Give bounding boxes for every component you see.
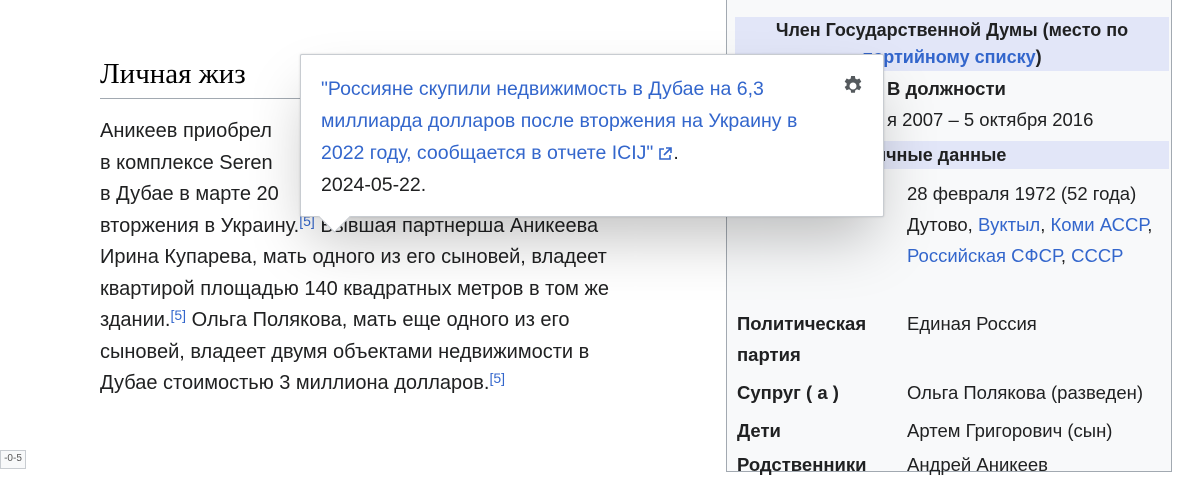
reference-link[interactable]: [5] xyxy=(489,370,505,386)
party-link[interactable]: Единая Россия xyxy=(907,308,1177,339)
birthplace-value: Дутово, Вуктыл, Коми АССР, Российская СФ… xyxy=(907,214,1153,266)
para-line: сыновей, владеет двумя объектами недвижи… xyxy=(100,340,590,363)
born-value: 28 февраля 1972 (52 года) xyxy=(907,183,1137,204)
gear-icon[interactable] xyxy=(841,73,865,97)
children-value: Артем Григорович (сын) xyxy=(907,420,1113,441)
reference-date: 2024-05-22. xyxy=(321,174,427,196)
children-label: Дети xyxy=(737,420,781,441)
birthplace-link[interactable]: Вуктыл xyxy=(978,214,1040,235)
relatives-label: Родственники xyxy=(737,454,867,475)
party-label: Политическая партия xyxy=(737,313,867,365)
para-line: здании.[5] Ольга Полякова, мать еще одно… xyxy=(100,305,710,337)
para-line: Ирина Купарева, мать одного из его сынов… xyxy=(100,246,607,268)
party-list-link[interactable]: партийному списку xyxy=(862,47,1035,67)
birthplace-link[interactable]: СССР xyxy=(1071,245,1123,266)
in-office-value: я 2007 – 5 октября 2016 xyxy=(887,109,1094,130)
para-line: квартирой площадью 140 квадратных метров… xyxy=(100,277,609,300)
reference-link[interactable]: [5] xyxy=(170,307,186,323)
office-title-close: ) xyxy=(1035,47,1042,67)
reference-preview-popup: "Россияне скупили недвижимость в Дубае н… xyxy=(300,54,884,233)
para-text: Бывшая партнерша Аникеева xyxy=(320,214,599,237)
in-office-label: В должности xyxy=(887,78,1006,99)
relatives-link[interactable]: Андрей Аникеев xyxy=(907,449,1177,480)
reference-title-link[interactable]: "Россияне скупили недвижимость в Дубае н… xyxy=(321,78,797,164)
spouse-label: Супруг ( а ) xyxy=(737,382,839,403)
para-text: вторжения в Украину. xyxy=(100,214,300,237)
para-text: здании. xyxy=(100,309,171,331)
reference-suffix: . xyxy=(673,142,679,164)
external-link-icon xyxy=(659,147,673,160)
birthplace-link[interactable]: Российская СФСР xyxy=(907,245,1061,266)
spouse-value: Ольга Полякова (разведен) xyxy=(907,382,1143,403)
para-text: Ольга Полякова, мать еще одного из его xyxy=(191,309,570,331)
para-text: Дубае стоимостью 3 миллиона долларов. xyxy=(100,372,490,394)
office-title: Член Государственной Думы (место по xyxy=(775,20,1129,40)
birthplace-link[interactable]: Коми АССР xyxy=(1050,214,1147,235)
reference-content: "Россияне скупили недвижимость в Дубае н… xyxy=(321,73,831,201)
corner-indicator: -0-5 xyxy=(0,450,26,469)
para-line: Дубае стоимостью 3 миллиона долларов.[5] xyxy=(100,368,710,400)
birthplace-text: Дутово, xyxy=(907,214,973,235)
